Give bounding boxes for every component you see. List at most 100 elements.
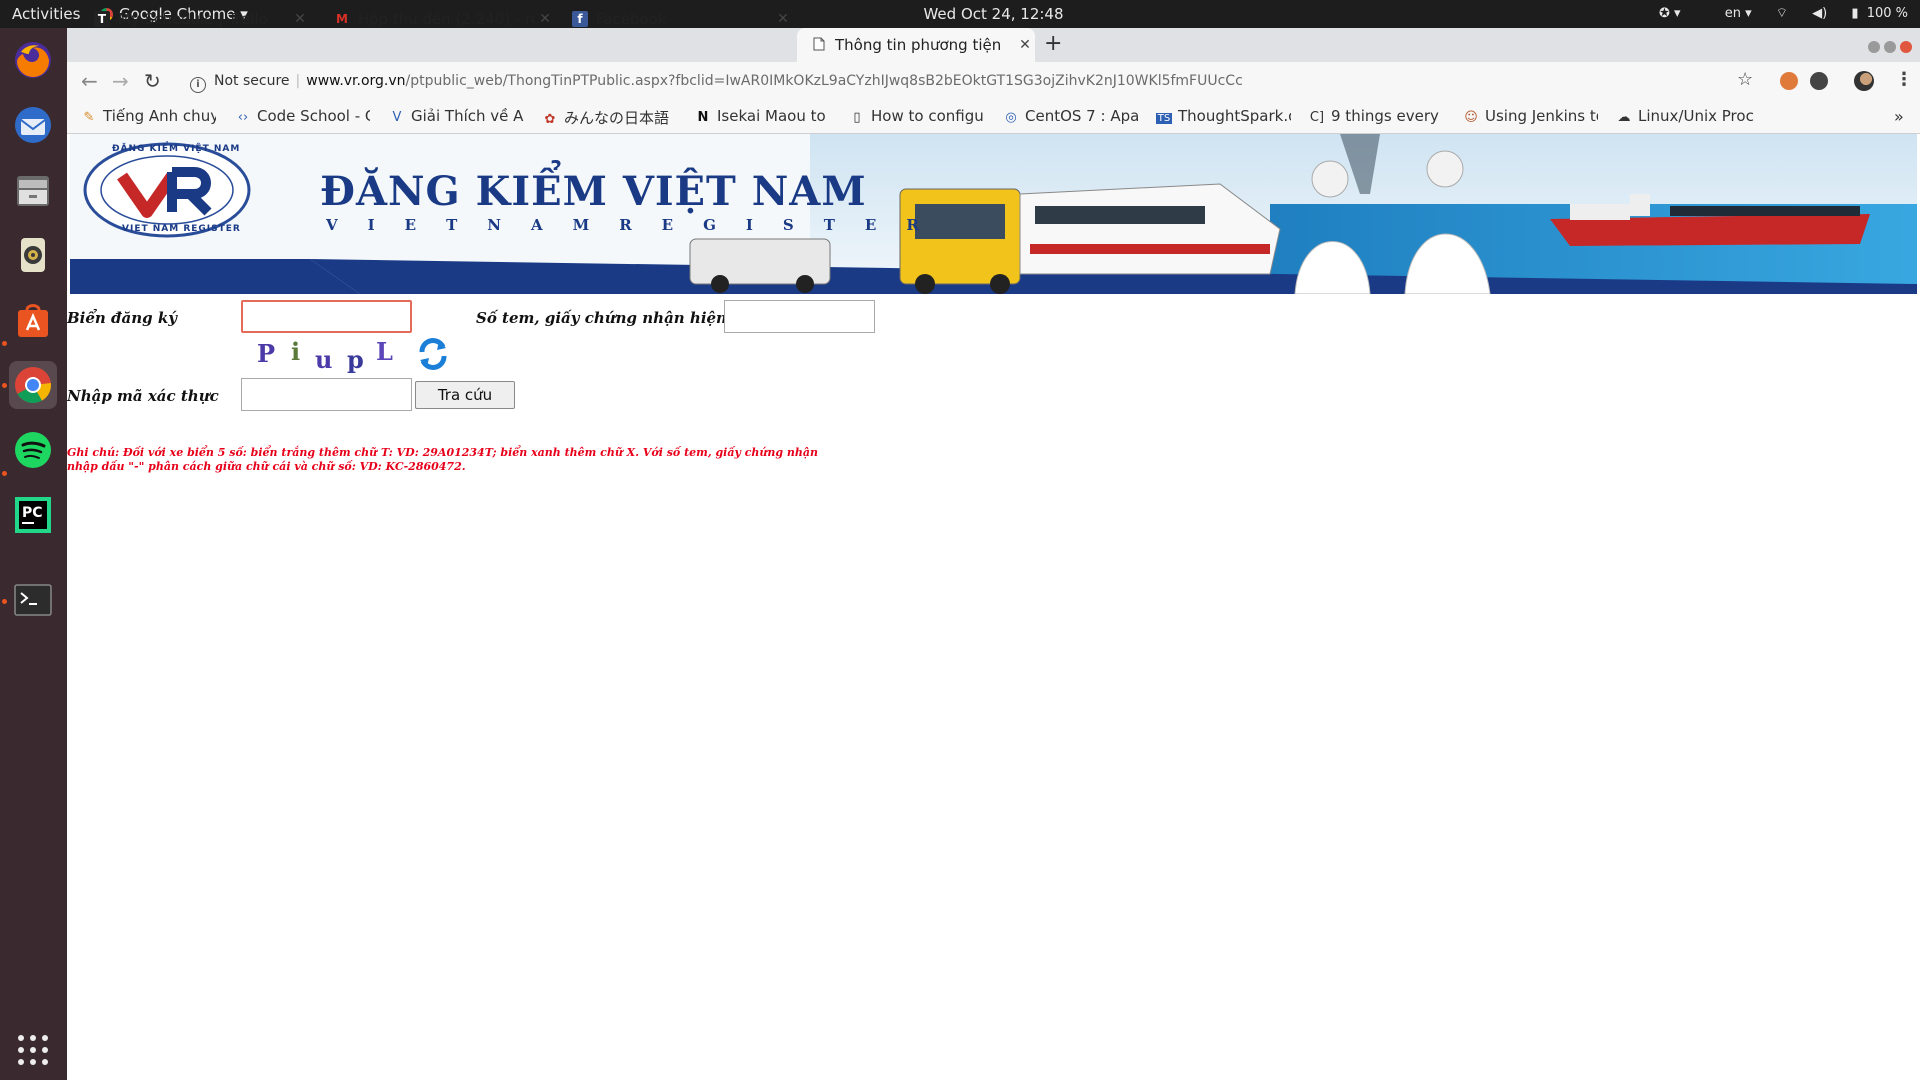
captcha-image: P i u p L: [249, 337, 399, 377]
bookmark-label: CentOS 7 : Apac: [1025, 107, 1138, 125]
rhythmbox-icon[interactable]: [9, 231, 57, 279]
bookmark-label: How to configur: [871, 107, 984, 125]
accessibility-icon[interactable]: ✪ ▾: [1659, 6, 1681, 21]
bookmark-label: Code School - Gi: [257, 107, 370, 125]
close-tab-icon[interactable]: ✕: [773, 11, 793, 27]
window-controls: [1864, 38, 1912, 57]
bookmarks-bar: ✎ Tiếng Anh chuyê ‹› Code School - Gi V Giả…: [67, 100, 1920, 134]
close-window-button[interactable]: [1900, 41, 1912, 53]
divider: |: [295, 73, 301, 89]
url-host: www.vr.org.vn: [306, 73, 406, 89]
captcha-char: P: [257, 339, 276, 368]
system-tray[interactable]: ✪ ▾ en ▾ ⌔ ◀) ▮ 100 %: [1639, 5, 1908, 21]
facebook-icon: f: [572, 11, 588, 27]
page-icon: ▯: [853, 110, 861, 125]
captcha-char: u: [315, 345, 333, 374]
firefox-icon[interactable]: [9, 36, 57, 84]
bookmark-item[interactable]: TS ThoughtSpark.o: [1156, 107, 1291, 125]
show-apps-icon[interactable]: [9, 1026, 57, 1074]
bookmark-item[interactable]: ☁ Linux/Unix Proc: [1616, 107, 1761, 125]
bookmark-item[interactable]: N Isekai Maou to S: [695, 107, 830, 125]
jenkins-icon: ☺: [1464, 110, 1478, 125]
header-banner: ĐĂNG KIỂM VIỆT NAM VIET NAM REGISTER ĐĂN…: [70, 134, 1917, 294]
captcha-label: Nhập mã xác thực: [67, 387, 219, 405]
tab-title: Facebook: [596, 10, 667, 28]
bookmark-item[interactable]: C] 9 things every R: [1309, 107, 1444, 125]
software-center-icon[interactable]: [9, 296, 57, 344]
extension-icon[interactable]: [1810, 72, 1828, 90]
tab-trello[interactable]: T My Schedule | Trello ✕: [80, 4, 310, 34]
notion-icon: N: [697, 110, 709, 125]
bookmark-item[interactable]: ☺ Using Jenkins to: [1463, 107, 1598, 125]
menu-icon[interactable]: ⋮: [1895, 69, 1913, 90]
search-button[interactable]: Tra cứu: [415, 381, 515, 409]
note-text: Ghi chú: Đối với xe biển 5 số: biển trắn…: [67, 446, 819, 473]
cloud-icon: ☁: [1617, 110, 1631, 125]
files-icon[interactable]: [9, 166, 57, 214]
bookmark-label: みんなの日本語: [564, 109, 670, 127]
svg-text:PC: PC: [22, 505, 43, 521]
bookmark-label: Using Jenkins to: [1485, 107, 1598, 125]
running-indicator: [2, 341, 7, 346]
chrome-icon[interactable]: [9, 361, 57, 409]
maximize-button[interactable]: [1884, 41, 1896, 53]
dock: PC: [0, 28, 67, 1080]
more-bookmarks-button[interactable]: »: [1894, 107, 1904, 126]
profile-avatar[interactable]: [1854, 71, 1874, 91]
minimize-button[interactable]: [1868, 41, 1880, 53]
bookmark-star-icon[interactable]: ☆: [1737, 69, 1753, 90]
tab-vehicle-info[interactable]: Thông tin phương tiện ✕: [797, 28, 1035, 62]
logo-bottom-text: VIET NAM REGISTER: [122, 224, 241, 234]
refresh-captcha-icon[interactable]: [416, 337, 450, 375]
pencil-icon: ✎: [83, 110, 95, 125]
code-icon: ‹›: [237, 110, 249, 125]
reload-button[interactable]: ↻: [144, 69, 161, 93]
gmail-icon: M: [336, 12, 348, 26]
captcha-char: i: [291, 337, 301, 366]
security-label: Not secure: [214, 73, 290, 89]
running-indicator: [2, 383, 7, 388]
certificate-input[interactable]: [724, 300, 875, 333]
info-icon[interactable]: i: [190, 77, 206, 93]
thunderbird-icon[interactable]: [9, 101, 57, 149]
spotify-icon[interactable]: [9, 426, 57, 474]
toolbar: ← → ↻ i Not secure | www.vr.org.vn/ptpublic…: [67, 62, 1920, 100]
running-indicator: [2, 599, 7, 604]
bookmark-item[interactable]: ✿ みんなの日本語: [542, 107, 677, 128]
extension-cookie-icon[interactable]: [1780, 72, 1798, 90]
bookmark-label: 9 things every R: [1331, 107, 1444, 125]
address-bar[interactable]: i Not secure | www.vr.org.vn/ptpublic_web/T…: [182, 67, 1822, 95]
trello-icon: T: [94, 11, 110, 27]
close-tab-icon[interactable]: ✕: [535, 11, 555, 27]
bookmark-item[interactable]: ▯ How to configur: [849, 107, 984, 125]
pycharm-icon[interactable]: PC: [9, 491, 57, 539]
bracket-icon: C]: [1309, 110, 1325, 125]
logo-top-text: ĐĂNG KIỂM VIỆT NAM: [112, 144, 241, 154]
close-tab-icon[interactable]: ✕: [290, 11, 310, 27]
bookmark-item[interactable]: ✎ Tiếng Anh chuyê: [81, 107, 216, 125]
bookmark-item[interactable]: ◎ CentOS 7 : Apac: [1003, 107, 1138, 125]
captcha-char: p: [347, 345, 364, 374]
new-tab-button[interactable]: +: [1044, 31, 1062, 56]
language-indicator[interactable]: en ▾: [1705, 6, 1752, 21]
bookmark-label: Isekai Maou to S: [717, 107, 830, 125]
bookmark-label: Giải Thích về As: [411, 107, 524, 125]
bookmark-item[interactable]: ‹› Code School - Gi: [235, 107, 370, 125]
terminal-icon[interactable]: [9, 576, 57, 624]
banner-subtitle: VIETNAMREGISTER: [326, 216, 949, 234]
bookmark-item[interactable]: V Giải Thích về As: [389, 107, 524, 125]
volume-icon: ◀): [1812, 6, 1828, 21]
captcha-input[interactable]: [241, 378, 412, 411]
url-path: /ptpublic_web/ThongTinPTPublic.aspx?fbcl…: [405, 73, 1243, 89]
forward-button[interactable]: →: [112, 69, 129, 93]
back-button[interactable]: ←: [81, 69, 98, 93]
tab-facebook[interactable]: f Facebook ✕: [558, 4, 793, 34]
close-tab-icon[interactable]: ✕: [1015, 37, 1035, 53]
v-icon: V: [392, 110, 402, 125]
bookmark-label: ThoughtSpark.o: [1178, 107, 1291, 125]
tab-gmail[interactable]: M Hộp thư đến (2.240) - roh ✕: [320, 4, 555, 34]
wifi-icon: ⌔: [1775, 6, 1789, 21]
plate-number-input[interactable]: [241, 300, 412, 333]
site-icon: ✿: [544, 112, 556, 127]
tab-title: Thông tin phương tiện: [835, 36, 1002, 54]
